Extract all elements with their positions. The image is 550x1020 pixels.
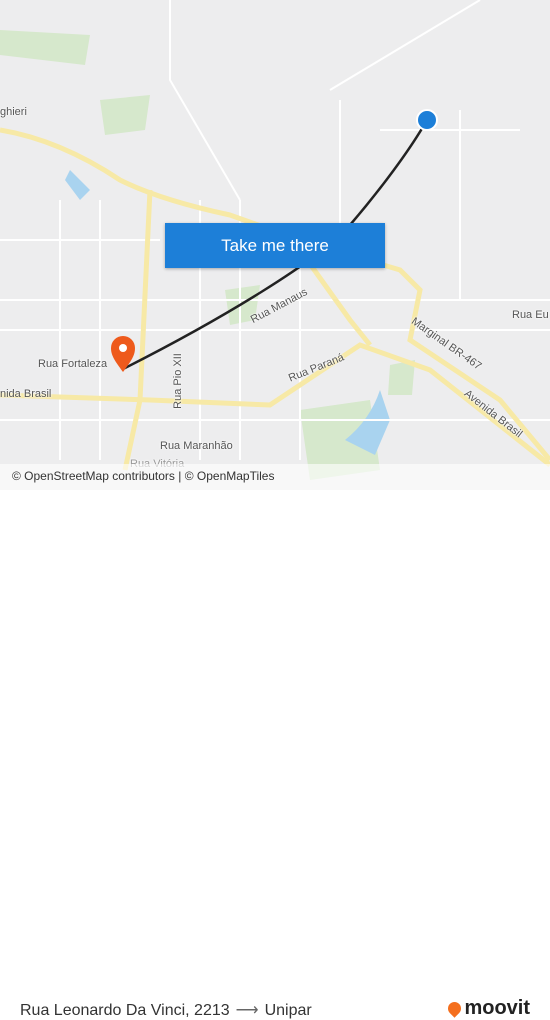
footer: Rua Leonardo Da Vinci, 2213 ⟶ Unipar moovi… xyxy=(0,490,550,1019)
street-label: Rua Maranhão xyxy=(160,440,233,452)
brand-name: moovit xyxy=(464,997,530,1019)
moovit-pin-icon xyxy=(445,999,465,1018)
moovit-logo[interactable]: moovit xyxy=(445,997,530,1020)
route-summary: Rua Leonardo Da Vinci, 2213 ⟶ Unipar xyxy=(20,1000,312,1020)
destination-marker[interactable] xyxy=(416,109,438,131)
street-label: Rua Pio XII xyxy=(171,353,184,409)
street-label: Rua Eu xyxy=(512,309,549,321)
arrow-right-icon: ⟶ xyxy=(235,1002,259,1019)
street-label: Rua Fortaleza xyxy=(38,358,108,370)
map-attribution[interactable]: © OpenStreetMap contributors | © OpenMap… xyxy=(0,464,550,490)
street-label: nida Brasil xyxy=(0,388,52,400)
take-me-there-button[interactable]: Take me there xyxy=(165,223,385,268)
map[interactable]: ghieri Rua Manaus Rua Pio XII Rua Fortal… xyxy=(0,0,550,490)
street-label: ghieri xyxy=(0,106,27,118)
origin-marker[interactable] xyxy=(111,336,135,372)
destination-name: Unipar xyxy=(264,1002,312,1019)
origin-name: Rua Leonardo Da Vinci, 2213 xyxy=(20,1002,230,1019)
